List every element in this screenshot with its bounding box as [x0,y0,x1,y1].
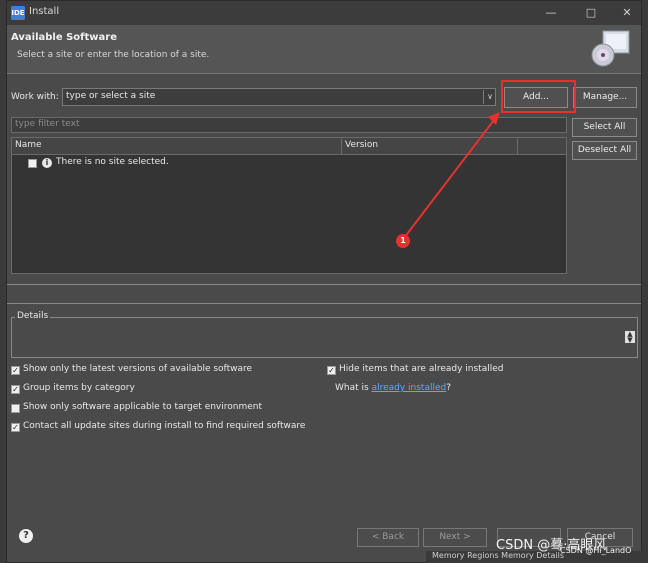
minimize-icon[interactable]: — [539,4,563,22]
next-button[interactable]: Next > [423,528,487,547]
header-divider [7,73,641,74]
site-combo[interactable]: type or select a site ∨ [62,88,496,106]
page-title: Available Software [11,32,118,43]
what-is-suffix: ? [446,383,452,393]
column-divider [517,138,518,154]
filter-placeholder: type filter text [15,119,80,129]
details-label: Details [15,311,51,321]
help-icon[interactable]: ? [19,529,33,543]
app-icon: IDE [11,6,25,20]
hide-installed-checkbox[interactable]: ✓ [327,366,336,375]
group-category-label: Group items by category [23,383,135,393]
what-is-prefix: What is [335,383,372,393]
maximize-icon[interactable]: □ [579,4,603,22]
latest-versions-checkbox[interactable]: ✓ [11,366,20,375]
page-subtitle: Select a site or enter the location of a… [17,50,210,60]
hide-installed-label: Hide items that are already installed [339,364,504,374]
table-header: Name Version [12,138,566,155]
latest-versions-label: Show only the latest versions of availab… [23,364,253,374]
contact-sites-checkbox[interactable]: ✓ [11,423,20,432]
column-name[interactable]: Name [15,140,42,150]
target-env-label: Show only software applicable to target … [23,402,263,412]
contact-sites-label: Contact all update sites during install … [23,421,306,431]
install-dialog: IDE Install — □ ✕ Available Software Sel… [6,0,642,563]
manage-sites-button[interactable]: Manage... [573,87,637,108]
software-table: Name Version i There is no site selected… [11,137,567,274]
title-bar: IDE Install — □ ✕ [7,1,641,25]
divider [7,284,641,285]
info-icon: i [42,158,52,168]
annotation-highlight-box [501,80,576,113]
watermark-handle: CSDN @Hi_LandO [560,546,632,555]
column-version[interactable]: Version [345,140,378,150]
back-button[interactable]: < Back [357,528,419,547]
divider [7,303,641,304]
filter-input[interactable]: type filter text [11,117,567,133]
dialog-header: Available Software Select a site or ente… [7,25,641,73]
no-site-message: There is no site selected. [56,157,169,167]
row-checkbox[interactable] [28,159,37,168]
work-with-label: Work with: [11,92,59,102]
group-category-checkbox[interactable]: ✓ [11,385,20,394]
annotation-marker: 1 [396,234,410,248]
details-scroll-icon[interactable]: ▲ ▼ [625,331,635,344]
target-env-checkbox[interactable] [11,404,20,413]
already-installed-link[interactable]: already installed [372,383,447,393]
deselect-all-button[interactable]: Deselect All [572,141,637,160]
chevron-down-icon[interactable]: ∨ [483,90,496,104]
details-group [11,317,638,358]
install-cd-icon [591,30,630,67]
site-combo-value: type or select a site [66,91,156,101]
what-is-installed-text: What is already installed? [335,383,451,393]
column-divider [341,138,342,154]
select-all-button[interactable]: Select All [572,118,637,137]
window-title: Install [29,6,60,17]
close-icon[interactable]: ✕ [615,4,639,22]
